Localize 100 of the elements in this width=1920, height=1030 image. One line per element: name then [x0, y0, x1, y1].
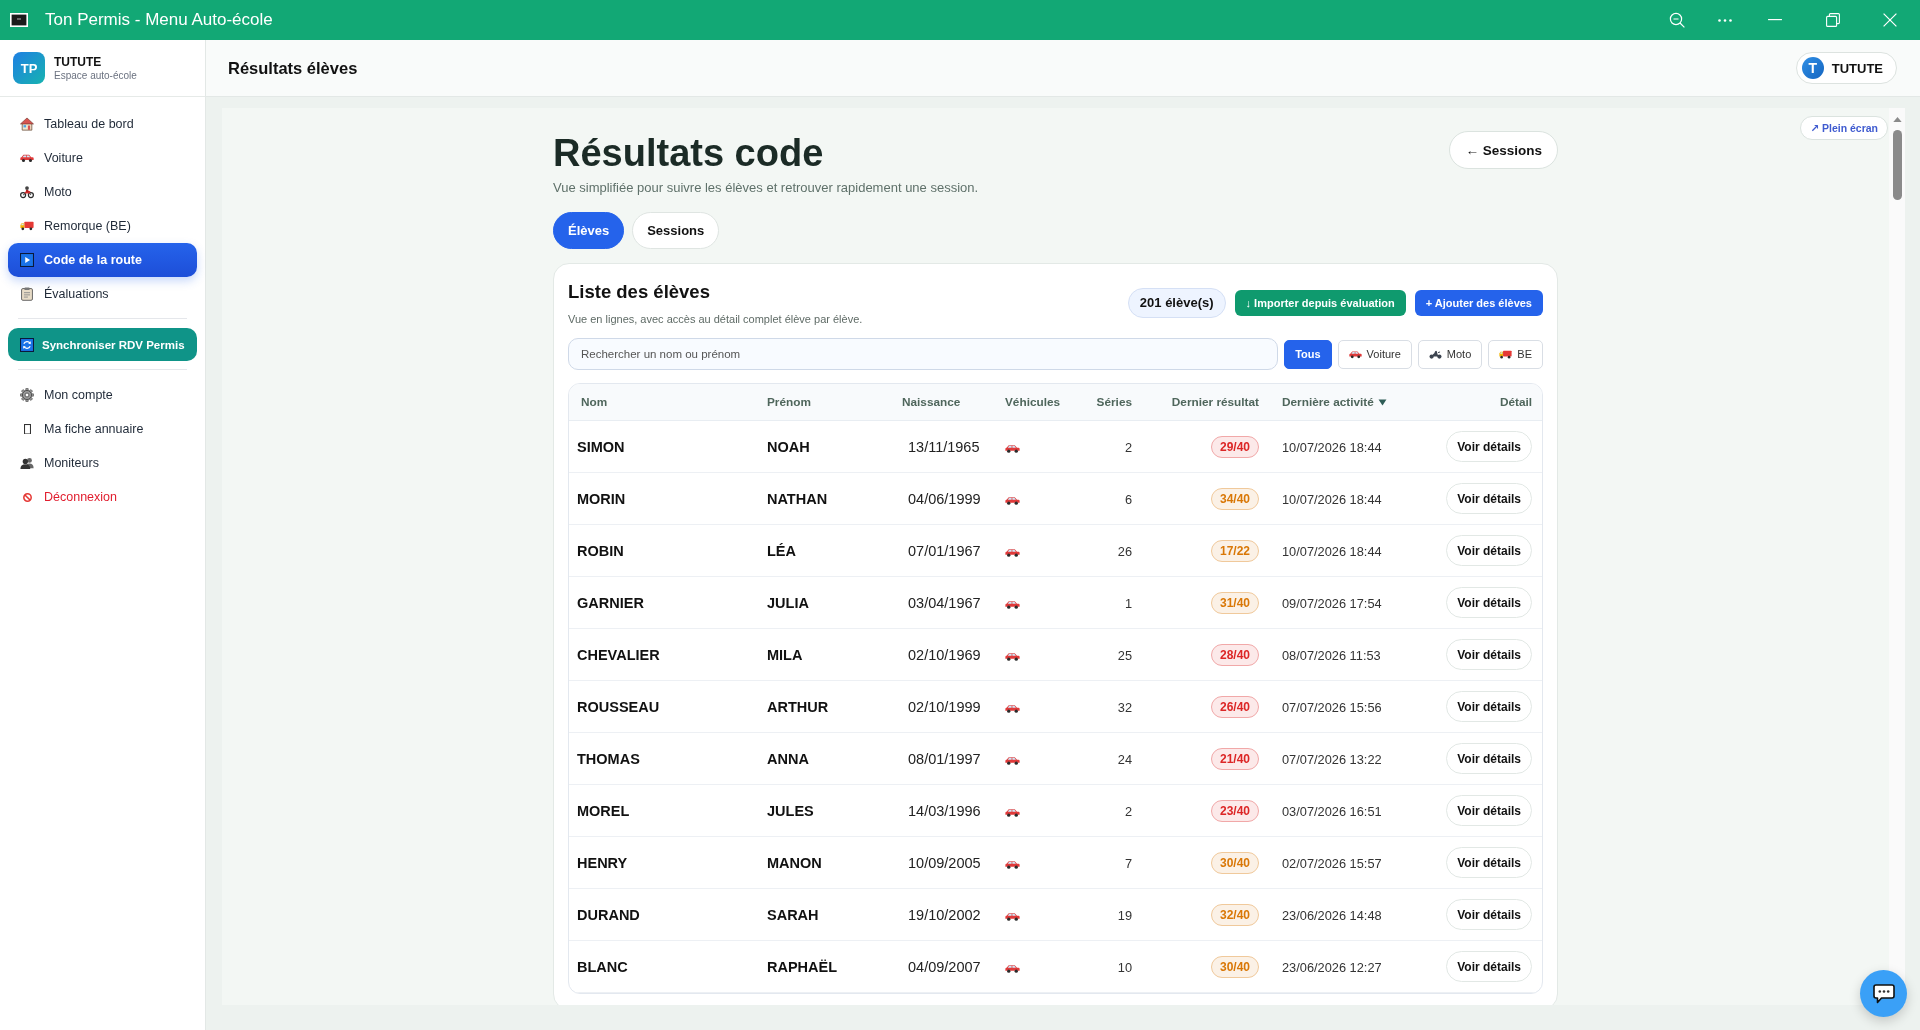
table-cell-text: LÉA [767, 542, 797, 559]
score-badge: 34/40 [1210, 487, 1259, 510]
car-icon [1005, 860, 1020, 869]
clipboard-icon [20, 287, 34, 301]
score-badge: 30/40 [1210, 955, 1259, 978]
column-header[interactable]: Détail [1432, 395, 1532, 409]
details-button[interactable]: Voir détails [1446, 587, 1532, 618]
nav-item[interactable]: Ma fiche annuaire [8, 412, 197, 446]
add-button[interactable]: + Ajouter des élèves [1414, 289, 1543, 316]
table-cell-text: JULES [767, 802, 815, 819]
score-badge: 32/40 [1210, 903, 1259, 926]
table-cell-text: RAPHAËL [767, 958, 839, 975]
table-cell-text: 07/07/2026 13:22 [1281, 751, 1383, 767]
details-button[interactable]: Voir détails [1446, 847, 1532, 878]
car-icon [1005, 600, 1020, 609]
table-cell-text: 1 [1123, 595, 1132, 611]
table-cell-text: 10/07/2026 18:44 [1281, 543, 1383, 559]
tab[interactable]: Sessions [632, 212, 720, 249]
column-header[interactable]: Véhicules [1005, 395, 1076, 409]
nav-item[interactable]: Tableau de bord [8, 107, 197, 141]
table-cell-text: 10 [1116, 959, 1132, 975]
filter-chip[interactable]: Tous [1284, 339, 1332, 369]
play-icon [20, 253, 34, 267]
table-cell-text: 24 [1116, 751, 1132, 767]
nav-item[interactable]: Mon compte [8, 378, 197, 412]
score-badge: 30/40 [1210, 851, 1259, 874]
avatar: T [1801, 57, 1824, 79]
score-badge: 28/40 [1210, 643, 1259, 666]
minimize-icon[interactable] [1768, 19, 1782, 21]
table-cell-text: 02/10/1969 [907, 646, 982, 663]
score-badge: 29/40 [1210, 435, 1259, 458]
table-cell-text: 10/09/2005 [907, 854, 982, 871]
scrollbar-thumb[interactable] [1893, 130, 1902, 200]
back-button[interactable]: ← Sessions [1449, 131, 1558, 169]
count-badge: 201 élève(s) [1127, 287, 1226, 318]
details-button[interactable]: Voir détails [1446, 899, 1532, 930]
filter-chip[interactable]: Voiture [1337, 339, 1412, 369]
score-badge: 26/40 [1210, 695, 1259, 718]
table-cell-text: 04/09/2007 [907, 958, 982, 975]
column-header[interactable]: Prénom [767, 395, 902, 409]
filter-chip[interactable]: BE [1488, 339, 1543, 369]
people-icon [20, 456, 34, 470]
filter-chip[interactable]: Moto [1417, 339, 1483, 369]
details-button[interactable]: Voir détails [1446, 639, 1532, 670]
table-cell-text: 2 [1123, 439, 1132, 455]
sync-button[interactable]: Synchroniser RDV Permis [8, 328, 197, 361]
restore-icon[interactable] [1826, 13, 1840, 27]
table-cell-text: CHEVALIER [577, 646, 661, 663]
column-header[interactable]: Dernière activité [1259, 395, 1432, 409]
table-cell-text: NATHAN [767, 490, 829, 507]
zoom-out-icon[interactable] [1669, 12, 1685, 28]
nav-item[interactable]: Moto [8, 175, 197, 209]
more-icon[interactable] [1718, 18, 1732, 22]
details-button[interactable]: Voir détails [1446, 951, 1532, 982]
nav-item[interactable]: Évaluations [8, 277, 197, 311]
details-button[interactable]: Voir détails [1446, 795, 1532, 826]
table-cell-text: ROBIN [577, 542, 625, 559]
truck-icon [20, 219, 34, 233]
app-icon [10, 13, 28, 27]
page-subtitle: Vue simplifiée pour suivre les élèves et retrouver rapidement une session. [553, 179, 979, 197]
table-cell-text: 7 [1123, 855, 1132, 871]
nav-item[interactable]: Remorque (BE) [8, 209, 197, 243]
table-cell-text: 02/07/2026 15:57 [1281, 855, 1383, 871]
table-cell-text: NOAH [767, 438, 811, 455]
details-button[interactable]: Voir détails [1446, 535, 1532, 566]
table-cell-text: 07/01/1967 [907, 542, 982, 559]
chat-bubble-icon [1872, 983, 1895, 1004]
close-icon[interactable] [1883, 13, 1897, 27]
car-icon [1005, 704, 1020, 713]
car-icon [1005, 912, 1020, 921]
table-cell-text: 2 [1123, 803, 1132, 819]
user-menu-button[interactable]: T TUTUTE [1795, 52, 1897, 84]
nav-item[interactable]: Code de la route [8, 243, 197, 277]
column-header[interactable]: Naissance [902, 395, 1005, 409]
column-header[interactable]: Dernier résultat [1132, 395, 1259, 409]
table-cell-text: 19 [1116, 907, 1132, 923]
table-cell-text: MOREL [577, 802, 631, 819]
details-button[interactable]: Voir détails [1446, 431, 1532, 462]
table-cell-text: MORIN [577, 490, 627, 507]
score-badge: 23/40 [1210, 799, 1259, 822]
details-button[interactable]: Voir détails [1446, 691, 1532, 722]
window-title: Ton Permis - Menu Auto-école [45, 10, 273, 30]
car-icon [1348, 349, 1362, 359]
table-cell-text: ARTHUR [767, 698, 830, 715]
brand-subtitle: Espace auto-école [54, 68, 137, 82]
fullscreen-button[interactable]: ↗ Plein écran [1800, 116, 1888, 140]
sort-descending-icon [1377, 398, 1387, 406]
import-button[interactable]: ↓ Importer depuis évaluation [1234, 289, 1406, 316]
column-header[interactable]: Séries [1076, 395, 1132, 409]
details-button[interactable]: Voir détails [1446, 743, 1532, 774]
column-header[interactable]: Nom [581, 395, 767, 409]
nav-item[interactable]: Déconnexion [8, 480, 197, 514]
scroll-up-icon[interactable] [1893, 117, 1902, 123]
details-button[interactable]: Voir détails [1446, 483, 1532, 514]
search-field[interactable]: Rechercher un nom ou prénom [568, 338, 1279, 370]
nav-item[interactable]: Voiture [8, 141, 197, 175]
tab[interactable]: Élèves [553, 212, 625, 249]
nav-item[interactable]: Moniteurs [8, 446, 197, 480]
score-badge: 17/22 [1210, 539, 1259, 562]
table-cell-text: 23/06/2026 12:27 [1281, 959, 1383, 975]
